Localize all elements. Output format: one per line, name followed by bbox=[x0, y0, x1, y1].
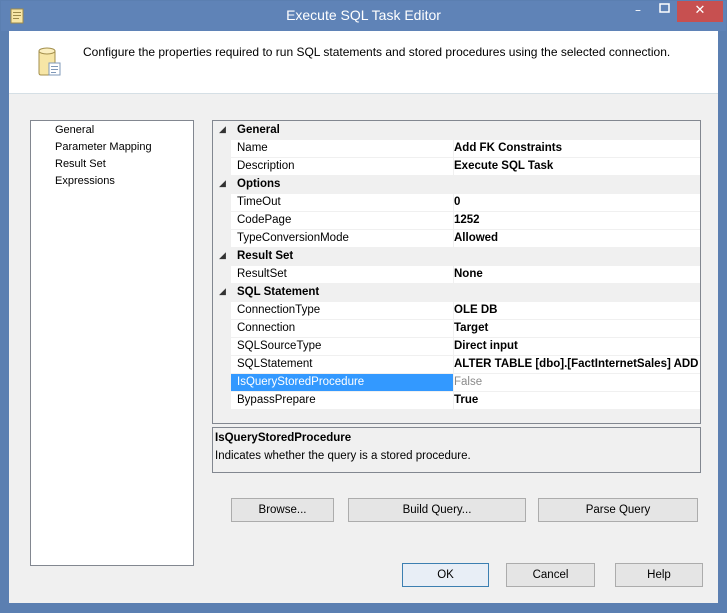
property-name-cell: SQLStatement bbox=[231, 356, 454, 374]
property-name: CodePage bbox=[237, 214, 292, 226]
property-name-cell: CodePage bbox=[231, 212, 454, 230]
nav-item-expressions[interactable]: Expressions bbox=[55, 175, 115, 187]
header-divider bbox=[9, 93, 718, 94]
property-row-sqlsourcetype[interactable]: SQLSourceType Direct input bbox=[213, 338, 700, 356]
property-value: OLE DB bbox=[454, 304, 498, 316]
browse-button[interactable]: Browse... bbox=[231, 498, 334, 522]
property-row-sqlstatement[interactable]: SQLStatement ALTER TABLE [dbo].[FactInte… bbox=[213, 356, 700, 374]
nav-item-parameter-mapping[interactable]: Parameter Mapping bbox=[55, 141, 152, 153]
nav-item-result-set[interactable]: Result Set bbox=[55, 158, 106, 170]
property-value: Target bbox=[454, 322, 489, 334]
description-body: Indicates whether the query is a stored … bbox=[215, 450, 471, 462]
property-value: 1252 bbox=[454, 214, 480, 226]
property-value-cell[interactable]: None bbox=[454, 266, 700, 284]
property-row-timeout[interactable]: TimeOut 0 bbox=[213, 194, 700, 212]
property-name-cell: BypassPrepare bbox=[231, 392, 454, 410]
property-value: ALTER TABLE [dbo].[FactInternetSales] AD… bbox=[454, 358, 700, 370]
property-value-cell[interactable]: True bbox=[454, 392, 700, 410]
property-row-isquerystoredprocedure[interactable]: IsQueryStoredProcedure False bbox=[213, 374, 700, 392]
property-row-codepage[interactable]: CodePage 1252 bbox=[213, 212, 700, 230]
property-row-description[interactable]: Description Execute SQL Task bbox=[213, 158, 700, 176]
property-value-cell[interactable]: ALTER TABLE [dbo].[FactInternetSales] AD… bbox=[454, 356, 700, 374]
category-label: General bbox=[237, 124, 280, 136]
maximize-button[interactable] bbox=[652, 2, 678, 22]
category-sql-statement[interactable]: ◢ SQL Statement bbox=[213, 284, 700, 302]
close-button[interactable]: ✕ bbox=[677, 1, 723, 22]
property-name: SQLStatement bbox=[237, 358, 313, 370]
description-title: IsQueryStoredProcedure bbox=[215, 432, 352, 444]
property-name-cell: IsQueryStoredProcedure bbox=[231, 374, 454, 392]
property-value-cell[interactable]: Add FK Constraints bbox=[454, 140, 700, 158]
property-value: False bbox=[454, 376, 483, 388]
dialog-client-area: Configure the properties required to run… bbox=[9, 31, 718, 603]
property-value-cell[interactable]: OLE DB bbox=[454, 302, 700, 320]
property-row-typeconversionmode[interactable]: TypeConversionMode Allowed bbox=[213, 230, 700, 248]
category-result-set[interactable]: ◢ Result Set bbox=[213, 248, 700, 266]
build-query-button[interactable]: Build Query... bbox=[348, 498, 526, 522]
property-value: Direct input bbox=[454, 340, 518, 352]
property-name: SQLSourceType bbox=[237, 340, 322, 352]
property-name-cell: Description bbox=[231, 158, 454, 176]
property-value: True bbox=[454, 394, 479, 406]
property-row-connectiontype[interactable]: ConnectionType OLE DB bbox=[213, 302, 700, 320]
collapse-icon[interactable]: ◢ bbox=[219, 286, 226, 297]
property-value: Add FK Constraints bbox=[454, 142, 562, 154]
property-description-panel: IsQueryStoredProcedure Indicates whether… bbox=[212, 427, 701, 473]
category-general[interactable]: ◢ General bbox=[213, 122, 700, 140]
parse-query-button[interactable]: Parse Query bbox=[538, 498, 698, 522]
property-value-cell[interactable]: 1252 bbox=[454, 212, 700, 230]
property-name-cell: Name bbox=[231, 140, 454, 158]
property-value-cell[interactable]: Direct input bbox=[454, 338, 700, 356]
help-button[interactable]: Help bbox=[615, 563, 703, 587]
property-value: Allowed bbox=[454, 232, 499, 244]
property-value-cell[interactable]: 0 bbox=[454, 194, 700, 212]
property-name-cell: TypeConversionMode bbox=[231, 230, 454, 248]
property-name: Description bbox=[237, 160, 295, 172]
property-name-cell: ResultSet bbox=[231, 266, 454, 284]
minimize-button[interactable]: – bbox=[625, 2, 651, 22]
property-name: IsQueryStoredProcedure bbox=[237, 376, 365, 388]
task-editor-icon bbox=[36, 47, 62, 77]
property-name: BypassPrepare bbox=[237, 394, 316, 406]
collapse-icon[interactable]: ◢ bbox=[219, 178, 226, 189]
category-label: Options bbox=[237, 178, 281, 190]
category-label: SQL Statement bbox=[237, 286, 320, 298]
property-name-cell: SQLSourceType bbox=[231, 338, 454, 356]
property-row-connection[interactable]: Connection Target bbox=[213, 320, 700, 338]
property-value: Execute SQL Task bbox=[454, 160, 554, 172]
property-row-name[interactable]: Name Add FK Constraints bbox=[213, 140, 700, 158]
maximize-icon bbox=[659, 3, 670, 13]
property-name-cell: TimeOut bbox=[231, 194, 454, 212]
property-name-cell: Connection bbox=[231, 320, 454, 338]
cancel-button[interactable]: Cancel bbox=[506, 563, 595, 587]
property-row-resultset[interactable]: ResultSet None bbox=[213, 266, 700, 284]
property-value-editor[interactable]: False bbox=[454, 374, 700, 392]
property-name-cell: ConnectionType bbox=[231, 302, 454, 320]
header-description: Configure the properties required to run… bbox=[83, 45, 671, 59]
category-label: Result Set bbox=[237, 250, 294, 262]
nav-item-general[interactable]: General bbox=[55, 124, 94, 136]
property-name: TimeOut bbox=[237, 196, 281, 208]
property-row-bypassprepare[interactable]: BypassPrepare True bbox=[213, 392, 700, 410]
property-name: ResultSet bbox=[237, 268, 287, 280]
collapse-icon[interactable]: ◢ bbox=[219, 124, 226, 135]
dialog-window: Execute SQL Task Editor – ✕ Configure th… bbox=[0, 0, 727, 613]
property-value-cell[interactable]: Allowed bbox=[454, 230, 700, 248]
property-name: TypeConversionMode bbox=[237, 232, 349, 244]
ok-button[interactable]: OK bbox=[402, 563, 489, 587]
window-title: Execute SQL Task Editor bbox=[286, 7, 441, 23]
property-value: None bbox=[454, 268, 483, 280]
property-name: ConnectionType bbox=[237, 304, 321, 316]
property-grid: ◢ General Name Add FK Constraints Descri… bbox=[212, 120, 701, 424]
property-name: Connection bbox=[237, 322, 296, 334]
collapse-icon[interactable]: ◢ bbox=[219, 250, 226, 261]
page-list: General Parameter Mapping Result Set Exp… bbox=[30, 120, 194, 566]
category-options[interactable]: ◢ Options bbox=[213, 176, 700, 194]
property-value: 0 bbox=[454, 196, 461, 208]
title-bar[interactable]: Execute SQL Task Editor – ✕ bbox=[1, 1, 726, 31]
property-name: Name bbox=[237, 142, 268, 154]
dialog-header: Configure the properties required to run… bbox=[9, 31, 718, 93]
property-value-cell[interactable]: Execute SQL Task bbox=[454, 158, 700, 176]
property-value-cell[interactable]: Target bbox=[454, 320, 700, 338]
